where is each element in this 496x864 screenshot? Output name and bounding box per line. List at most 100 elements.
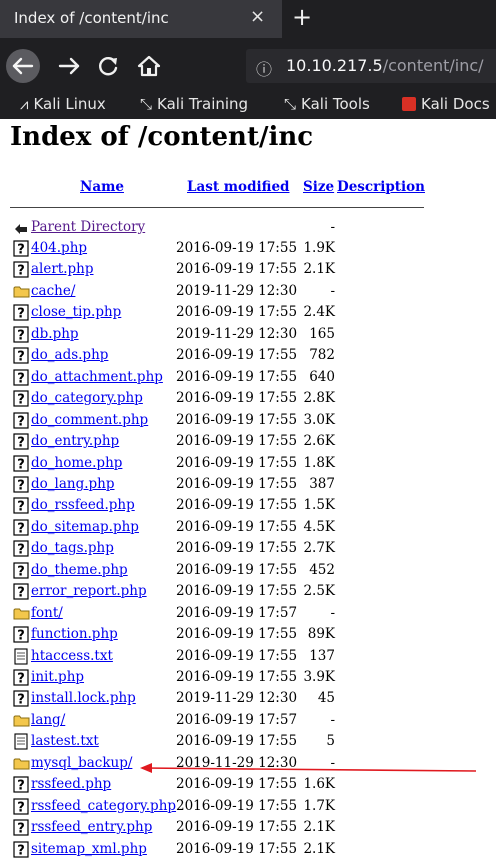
bookmark-kali-tools[interactable]: ⤡ Kali Tools bbox=[284, 95, 370, 113]
url-text: 10.10.217.5/content/inc/ bbox=[286, 56, 484, 75]
file-date: 2016-09-19 17:55 bbox=[176, 583, 298, 600]
svg-text:?: ? bbox=[17, 564, 25, 579]
file-link[interactable]: htaccess.txt bbox=[31, 648, 113, 664]
unknown-file-icon: ? bbox=[13, 369, 29, 386]
file-link[interactable]: do_lang.php bbox=[31, 476, 115, 492]
file-date: 2016-09-19 17:57 bbox=[176, 711, 298, 728]
file-link[interactable]: do_theme.php bbox=[31, 562, 128, 578]
file-link[interactable]: do_attachment.php bbox=[31, 369, 163, 385]
file-size: 452 bbox=[309, 561, 335, 578]
bookmark-label: Kali Linux bbox=[33, 95, 106, 113]
file-date: 2016-09-19 17:55 bbox=[176, 240, 298, 256]
file-link[interactable]: do_ads.php bbox=[31, 347, 108, 363]
file-date: 2019-11-29 12:30 bbox=[176, 754, 298, 771]
list-item: lang/2016-09-19 17:57 - bbox=[0, 710, 496, 731]
list-item: ? do_attachment.php 2016-09-19 17:55 640 bbox=[0, 367, 496, 388]
tab-active[interactable]: Index of /content/inc × bbox=[0, 0, 282, 38]
bookmark-kali-training[interactable]: ⤡ Kali Training bbox=[140, 95, 248, 113]
file-date: 2016-09-19 17:55 bbox=[176, 540, 298, 557]
file-link[interactable]: do_comment.php bbox=[31, 412, 148, 428]
tab-title: Index of /content/inc bbox=[14, 9, 169, 27]
file-size: - bbox=[330, 711, 335, 728]
svg-text:?: ? bbox=[17, 393, 25, 408]
file-link[interactable]: rssfeed.php bbox=[31, 776, 111, 792]
file-link[interactable]: close_tip.php bbox=[31, 304, 121, 320]
svg-text:?: ? bbox=[17, 264, 25, 279]
header-divider bbox=[10, 207, 424, 208]
file-date: 2016-09-19 17:55 bbox=[176, 261, 298, 278]
file-link[interactable]: rssfeed_category.php bbox=[31, 798, 176, 814]
svg-text:?: ? bbox=[17, 629, 25, 644]
svg-text:?: ? bbox=[17, 328, 25, 343]
file-link[interactable]: install.lock.php bbox=[31, 690, 136, 706]
file-date: 2016-09-19 17:55 bbox=[176, 304, 298, 321]
list-item: lastest.txt 2016-09-19 17:55 5 bbox=[0, 731, 496, 752]
back-arrow-icon bbox=[12, 57, 34, 75]
file-size: 4.5K bbox=[303, 518, 335, 535]
list-item: ? do_home.php 2016-09-19 17:55 1.8K bbox=[0, 453, 496, 474]
list-item: ? close_tip.php 2016-09-19 17:55 2.4K bbox=[0, 302, 496, 323]
forward-arrow-icon bbox=[58, 57, 80, 75]
file-link[interactable]: font/ bbox=[31, 605, 63, 621]
file-size: 1.7K bbox=[303, 797, 335, 814]
list-item: ? do_category.php 2016-09-19 17:55 2.8K bbox=[0, 388, 496, 409]
file-date: 2019-11-29 12:30 bbox=[176, 325, 298, 342]
file-link[interactable]: rssfeed_entry.php bbox=[31, 819, 152, 835]
column-header-last-modified[interactable]: Last modified bbox=[187, 179, 289, 195]
svg-text:?: ? bbox=[17, 371, 25, 386]
reload-button[interactable] bbox=[96, 53, 122, 79]
file-link[interactable]: sitemap_xml.php bbox=[31, 841, 147, 857]
svg-text:?: ? bbox=[17, 457, 25, 472]
unknown-file-icon: ? bbox=[13, 304, 29, 321]
parent-directory-row: Parent Directory - bbox=[0, 217, 496, 238]
list-item: ? rssfeed.php 2016-09-19 17:55 1.6K bbox=[0, 774, 496, 795]
svg-text:?: ? bbox=[17, 822, 25, 837]
file-link[interactable]: function.php bbox=[31, 626, 118, 642]
svg-text:?: ? bbox=[17, 586, 25, 601]
file-link[interactable]: error_report.php bbox=[31, 583, 147, 599]
file-link[interactable]: mysql_backup/ bbox=[31, 755, 132, 771]
file-date: 2016-09-19 17:55 bbox=[176, 347, 298, 364]
column-header-name[interactable]: Name bbox=[80, 179, 124, 195]
svg-text:?: ? bbox=[17, 478, 25, 493]
column-header-size[interactable]: Size bbox=[303, 179, 334, 195]
bookmark-kali-docs[interactable]: Kali Docs bbox=[402, 95, 490, 113]
file-size: 2.5K bbox=[303, 583, 335, 600]
home-button[interactable] bbox=[136, 53, 162, 79]
bookmark-kali-linux[interactable]: ⩘ Kali Linux bbox=[20, 95, 106, 113]
folder-icon bbox=[13, 715, 30, 727]
back-button[interactable] bbox=[6, 49, 40, 83]
file-link[interactable]: lastest.txt bbox=[31, 733, 99, 749]
file-size: 2.4K bbox=[303, 304, 335, 321]
list-item: ? 404.php 2016-09-19 17:55 1.9K bbox=[0, 238, 496, 259]
svg-text:?: ? bbox=[17, 779, 25, 794]
list-item: ? do_lang.php 2016-09-19 17:55 387 bbox=[0, 474, 496, 495]
file-link[interactable]: do_tags.php bbox=[31, 540, 114, 556]
column-header-description[interactable]: Description bbox=[337, 179, 425, 195]
file-link[interactable]: do_home.php bbox=[31, 455, 122, 471]
info-icon[interactable]: ⓘ bbox=[256, 56, 272, 80]
file-date: 2016-09-19 17:55 bbox=[176, 561, 298, 578]
file-link[interactable]: db.php bbox=[31, 326, 79, 342]
file-date: 2016-09-19 17:55 bbox=[176, 411, 298, 428]
file-link[interactable]: init.php bbox=[31, 669, 84, 685]
file-link[interactable]: do_sitemap.php bbox=[31, 519, 139, 535]
file-link[interactable]: cache/ bbox=[31, 283, 75, 299]
svg-text:?: ? bbox=[17, 672, 25, 687]
file-size: - bbox=[330, 282, 335, 299]
file-link[interactable]: lang/ bbox=[31, 712, 65, 728]
file-link[interactable]: alert.php bbox=[31, 261, 94, 277]
file-link[interactable]: do_rssfeed.php bbox=[31, 497, 135, 513]
file-date: 2016-09-19 17:55 bbox=[176, 840, 298, 857]
file-size: 640 bbox=[309, 368, 335, 385]
file-link[interactable]: do_category.php bbox=[31, 390, 143, 406]
file-link[interactable]: do_entry.php bbox=[31, 433, 119, 449]
file-link[interactable]: 404.php bbox=[31, 240, 87, 256]
parent-directory-link[interactable]: Parent Directory bbox=[31, 219, 145, 235]
new-tab-button[interactable]: + bbox=[288, 2, 316, 32]
forward-button[interactable] bbox=[56, 54, 82, 78]
unknown-file-icon: ? bbox=[13, 326, 29, 343]
address-bar[interactable]: ⓘ 10.10.217.5/content/inc/ bbox=[246, 49, 496, 83]
tab-close-icon[interactable]: × bbox=[250, 6, 265, 27]
text-file-icon bbox=[14, 733, 28, 750]
